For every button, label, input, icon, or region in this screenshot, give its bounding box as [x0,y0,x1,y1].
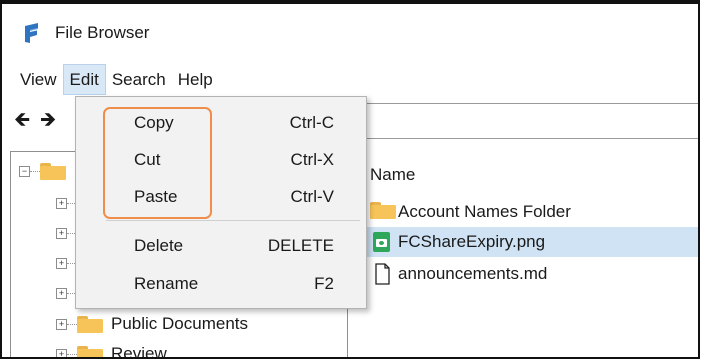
menu-search[interactable]: Search [106,64,172,96]
back-arrow-icon[interactable]: 🡸 [14,110,30,130]
menu-item-shortcut: Ctrl-C [289,113,334,132]
menu-item-shortcut: Ctrl-V [290,187,334,206]
image-file-icon [370,231,394,253]
menu-item-delete[interactable]: Delete DELETE [76,230,366,262]
tree-item-review[interactable]: + Review [56,343,167,359]
tree-item-label: Public Documents [111,314,249,333]
collapse-icon[interactable]: − [19,165,30,177]
list-item-fcshareexpiry[interactable]: FCShareExpiry.png [360,227,698,257]
menu-separator [106,220,360,221]
tree-row[interactable]: + [56,282,77,304]
menu-item-label: Copy [134,113,174,132]
menu-item-label: Paste [134,187,178,206]
expand-icon[interactable]: + [56,318,67,330]
tree-item-public-documents[interactable]: + Public Documents [56,313,248,335]
document-icon [375,263,390,285]
menu-view[interactable]: View [14,64,63,96]
expand-icon[interactable]: + [56,348,67,357]
list-item-label: FCShareExpiry.png [398,232,546,251]
expand-icon[interactable]: + [56,197,67,209]
menu-item-rename[interactable]: Rename F2 [76,268,366,300]
menu-item-shortcut: F2 [314,274,334,293]
list-item-announcements[interactable]: announcements.md [360,259,698,289]
menu-item-copy[interactable]: Copy Ctrl-C [76,107,366,139]
forward-arrow-icon[interactable]: 🡺 [40,110,56,130]
tree-root-row[interactable]: − [19,160,66,182]
menu-item-label: Rename [134,274,199,293]
column-header-name[interactable]: Name [370,165,415,185]
menu-bar: View Edit Search Help [2,64,698,96]
menu-item-cut[interactable]: Cut Ctrl-X [76,144,366,176]
tree-row[interactable]: + [56,252,77,274]
menu-item-label: Cut [134,150,161,169]
tree-row[interactable]: + [56,222,77,244]
window-title: File Browser [55,23,150,42]
list-item-label: announcements.md [398,264,548,283]
menu-help[interactable]: Help [172,64,219,96]
folder-icon [77,315,103,333]
menu-item-label: Delete [134,236,184,255]
expand-icon[interactable]: + [56,227,67,239]
list-item-label: Account Names Folder [398,202,571,221]
file-browser-icon [25,23,38,43]
menu-item-shortcut: DELETE [267,236,334,255]
window: File Browser View Edit Search Help 🡸 🡺 −… [0,0,700,359]
menu-item-shortcut: Ctrl-X [290,150,334,169]
menu-item-paste[interactable]: Paste Ctrl-V [76,181,366,213]
expand-icon[interactable]: + [56,257,67,269]
tree-row[interactable]: + [56,192,77,214]
folder-icon [77,345,103,357]
folder-icon [40,162,66,180]
title-bar: File Browser [2,4,698,62]
file-list: Name Account Names Folder FCShareExpiry.… [360,151,698,357]
list-item-account-names-folder[interactable]: Account Names Folder [360,197,698,227]
folder-icon [370,201,396,223]
menu-edit[interactable]: Edit [62,64,106,95]
expand-icon[interactable]: + [56,287,67,299]
tree-item-label: Review [111,344,167,359]
edit-menu-dropdown: Copy Ctrl-C Cut Ctrl-X Paste Ctrl-V Dele… [75,96,367,309]
